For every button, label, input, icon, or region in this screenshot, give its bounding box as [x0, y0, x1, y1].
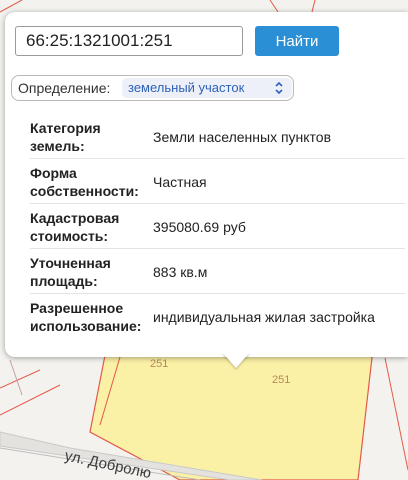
info-label: Категория земель: — [30, 120, 101, 154]
info-row-ownership: Форма собственности: Частная — [30, 158, 405, 203]
chevron-up-down-icon — [275, 81, 283, 95]
definition-label: Определение: — [18, 80, 111, 96]
info-label: Форма собственности: — [30, 165, 139, 199]
info-value: 883 кв.м — [153, 264, 208, 280]
search-bar: Найти — [15, 26, 408, 56]
popup-pointer — [222, 352, 250, 368]
definition-select-value: земельный участок — [128, 80, 245, 95]
info-label: Разрешенное использование: — [30, 300, 142, 334]
parcel-number-label: 251 — [150, 358, 168, 370]
definition-select[interactable]: земельный участок — [122, 78, 292, 98]
parcel-info-table: Категория земель: Земли населенных пункт… — [30, 114, 405, 338]
info-value: Частная — [153, 174, 207, 190]
info-label: Уточненная площадь: — [30, 255, 111, 289]
cadastral-info-popup: Найти Определение: земельный участок Кат… — [5, 12, 408, 357]
parcel-number-label: 251 — [272, 374, 290, 386]
search-button[interactable]: Найти — [255, 26, 339, 56]
info-row-cadastral-value: Кадастровая стоимость: 395080.69 руб — [30, 203, 405, 248]
info-value: 395080.69 руб — [153, 219, 246, 235]
info-value: Земли населенных пунктов — [153, 129, 332, 145]
cadastral-number-input[interactable] — [15, 26, 243, 56]
info-row-permitted-use: Разрешенное использование: индивидуальна… — [30, 293, 405, 338]
info-label: Кадастровая стоимость: — [30, 210, 120, 244]
info-value: индивидуальная жилая застройка — [153, 309, 375, 325]
definition-row: Определение: земельный участок — [11, 75, 294, 101]
info-row-area: Уточненная площадь: 883 кв.м — [30, 248, 405, 293]
info-row-land-category: Категория земель: Земли населенных пункт… — [30, 114, 405, 158]
